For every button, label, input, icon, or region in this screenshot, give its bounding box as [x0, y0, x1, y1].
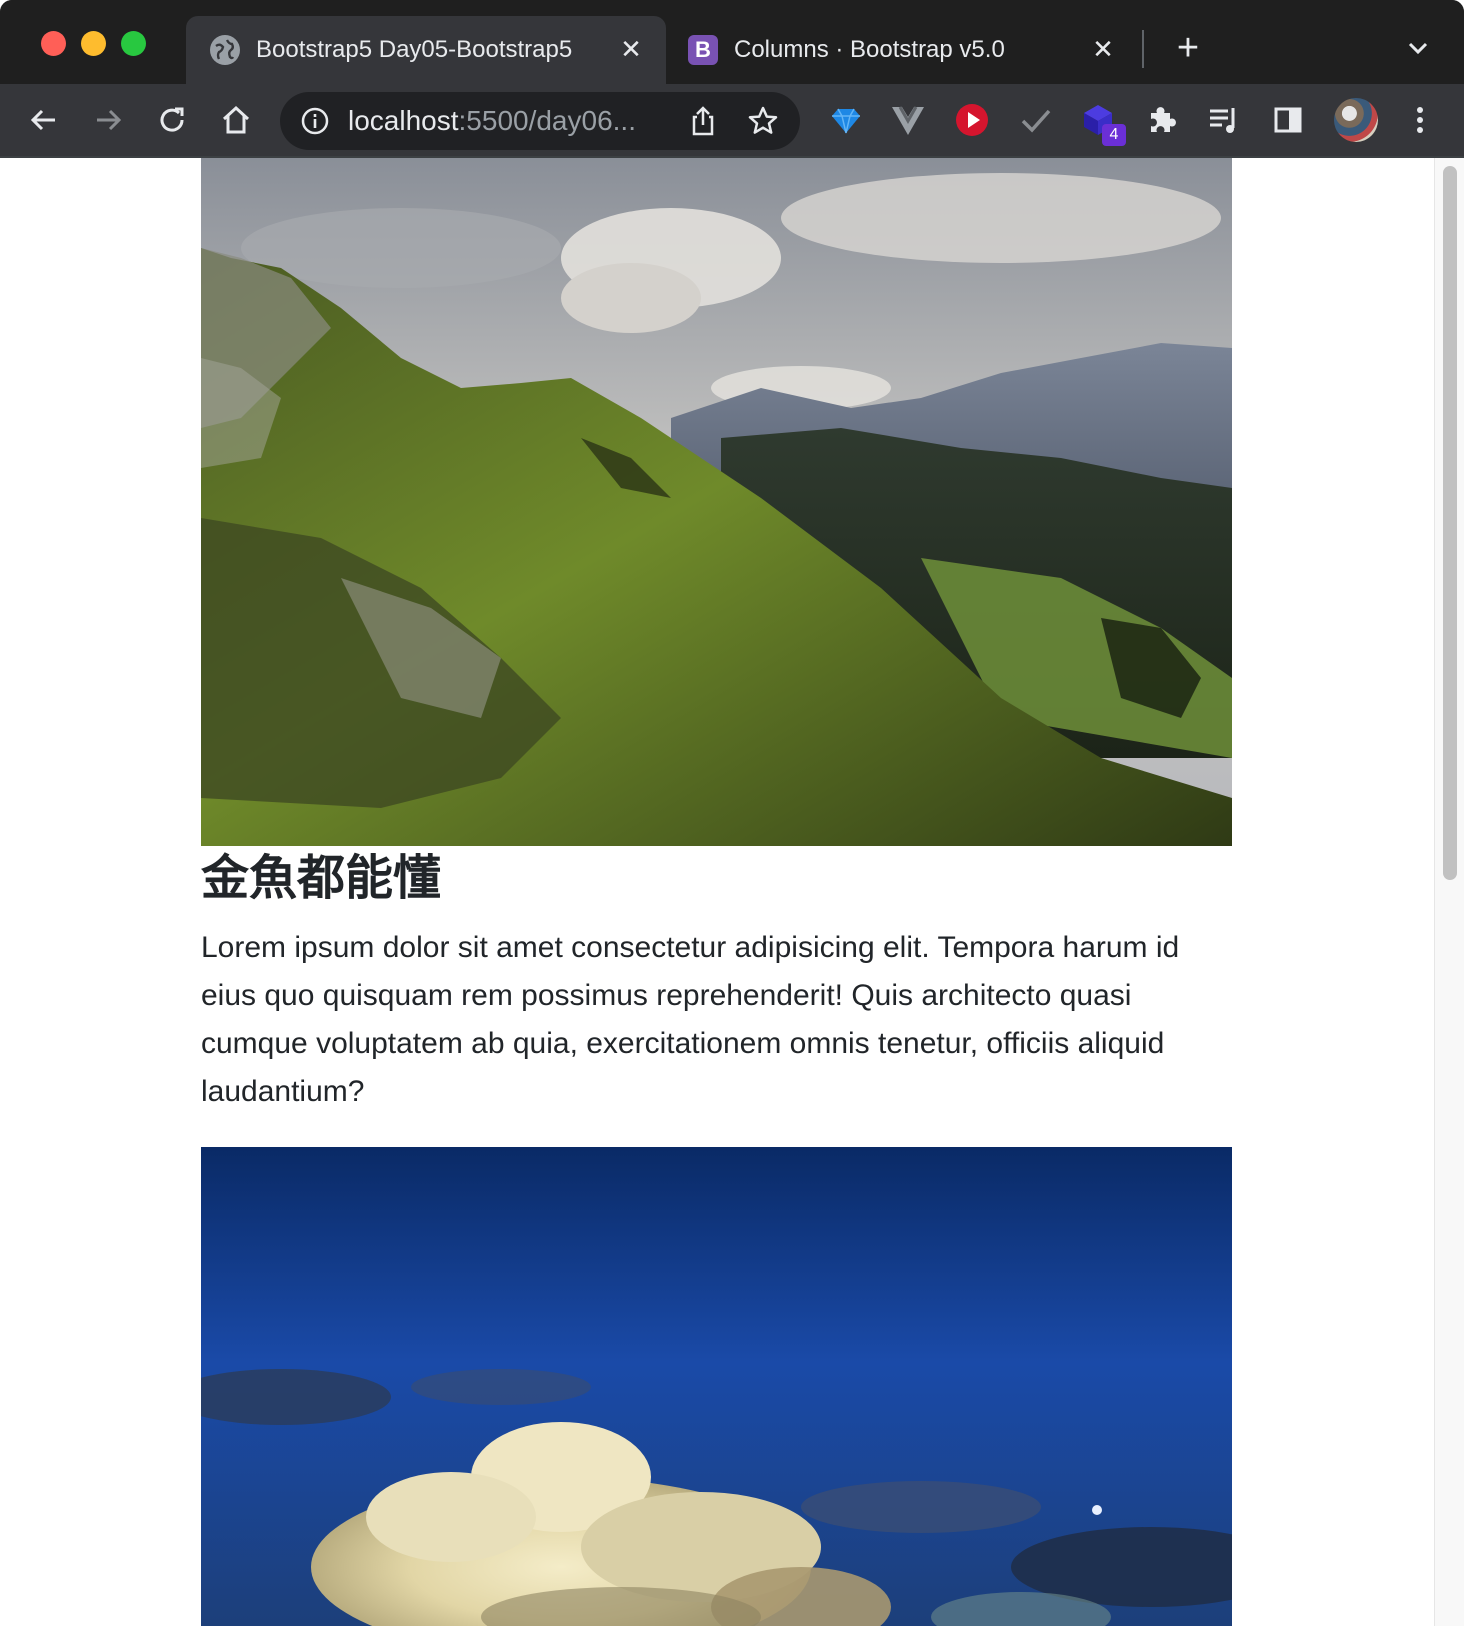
vertical-scrollbar[interactable] — [1434, 158, 1464, 1626]
gem-extension-icon[interactable] — [826, 100, 866, 140]
chevron-down-icon[interactable] — [1400, 30, 1436, 66]
reading-list-icon[interactable] — [1204, 100, 1244, 140]
site-info-icon[interactable] — [300, 106, 330, 136]
scrollbar-thumb[interactable] — [1443, 166, 1457, 880]
back-arrow-icon[interactable] — [24, 100, 64, 140]
side-panel-icon[interactable] — [1268, 100, 1308, 140]
bookmark-star-icon[interactable] — [746, 104, 780, 138]
bootstrap-logo-icon: B — [688, 35, 718, 65]
tab-strip: Bootstrap5 Day05-Bootstrap5 ✕ B Columns … — [0, 0, 1464, 84]
url-text[interactable]: localhost:5500/day06... — [348, 105, 636, 137]
page-viewport: 金魚都能懂 Lorem ipsum dolor sit amet consect… — [0, 158, 1434, 1626]
profile-avatar[interactable] — [1334, 98, 1378, 142]
share-icon[interactable] — [686, 104, 720, 138]
puzzle-extensions-icon[interactable] — [1142, 100, 1182, 140]
cloudy-night-sky-image — [201, 1147, 1232, 1626]
browser-window-chrome: Bootstrap5 Day05-Bootstrap5 ✕ B Columns … — [0, 0, 1464, 158]
minimize-window-button[interactable] — [81, 31, 106, 56]
extension-badge: 4 — [1102, 124, 1126, 146]
tab-bootstrap5-day05[interactable]: Bootstrap5 Day05-Bootstrap5 ✕ — [186, 16, 666, 84]
forward-arrow-icon[interactable] — [88, 100, 128, 140]
globe-icon — [210, 35, 240, 65]
red-play-extension-icon[interactable] — [952, 100, 992, 140]
url-path: :5500/day06... — [458, 105, 636, 136]
vue-devtools-icon[interactable] — [888, 100, 928, 140]
card-heading: 金魚都能懂 — [201, 850, 442, 906]
tab-title: Columns · Bootstrap v5.0 — [734, 36, 1005, 63]
close-window-button[interactable] — [41, 31, 66, 56]
checkmark-extension-icon[interactable] — [1016, 100, 1056, 140]
mountain-landscape-image — [201, 158, 1232, 846]
url-host: localhost — [348, 105, 459, 136]
tab-separator — [1142, 30, 1144, 68]
reload-icon[interactable] — [152, 100, 192, 140]
home-icon[interactable] — [216, 100, 256, 140]
address-bar[interactable]: localhost:5500/day06... — [280, 92, 800, 150]
close-tab-icon[interactable]: ✕ — [1088, 34, 1118, 64]
kebab-menu-icon[interactable] — [1400, 100, 1440, 140]
maximize-window-button[interactable] — [121, 31, 146, 56]
close-tab-icon[interactable]: ✕ — [616, 34, 646, 64]
browser-toolbar: localhost:5500/day06... 4 — [0, 84, 1464, 158]
card-paragraph: Lorem ipsum dolor sit amet consectetur a… — [201, 931, 1180, 1108]
tab-title: Bootstrap5 Day05-Bootstrap5 — [256, 36, 573, 63]
new-tab-button[interactable]: + — [1168, 28, 1208, 68]
tab-bootstrap-columns[interactable]: B Columns · Bootstrap v5.0 ✕ — [668, 16, 1138, 84]
cube-extension-icon[interactable]: 4 — [1078, 100, 1126, 146]
